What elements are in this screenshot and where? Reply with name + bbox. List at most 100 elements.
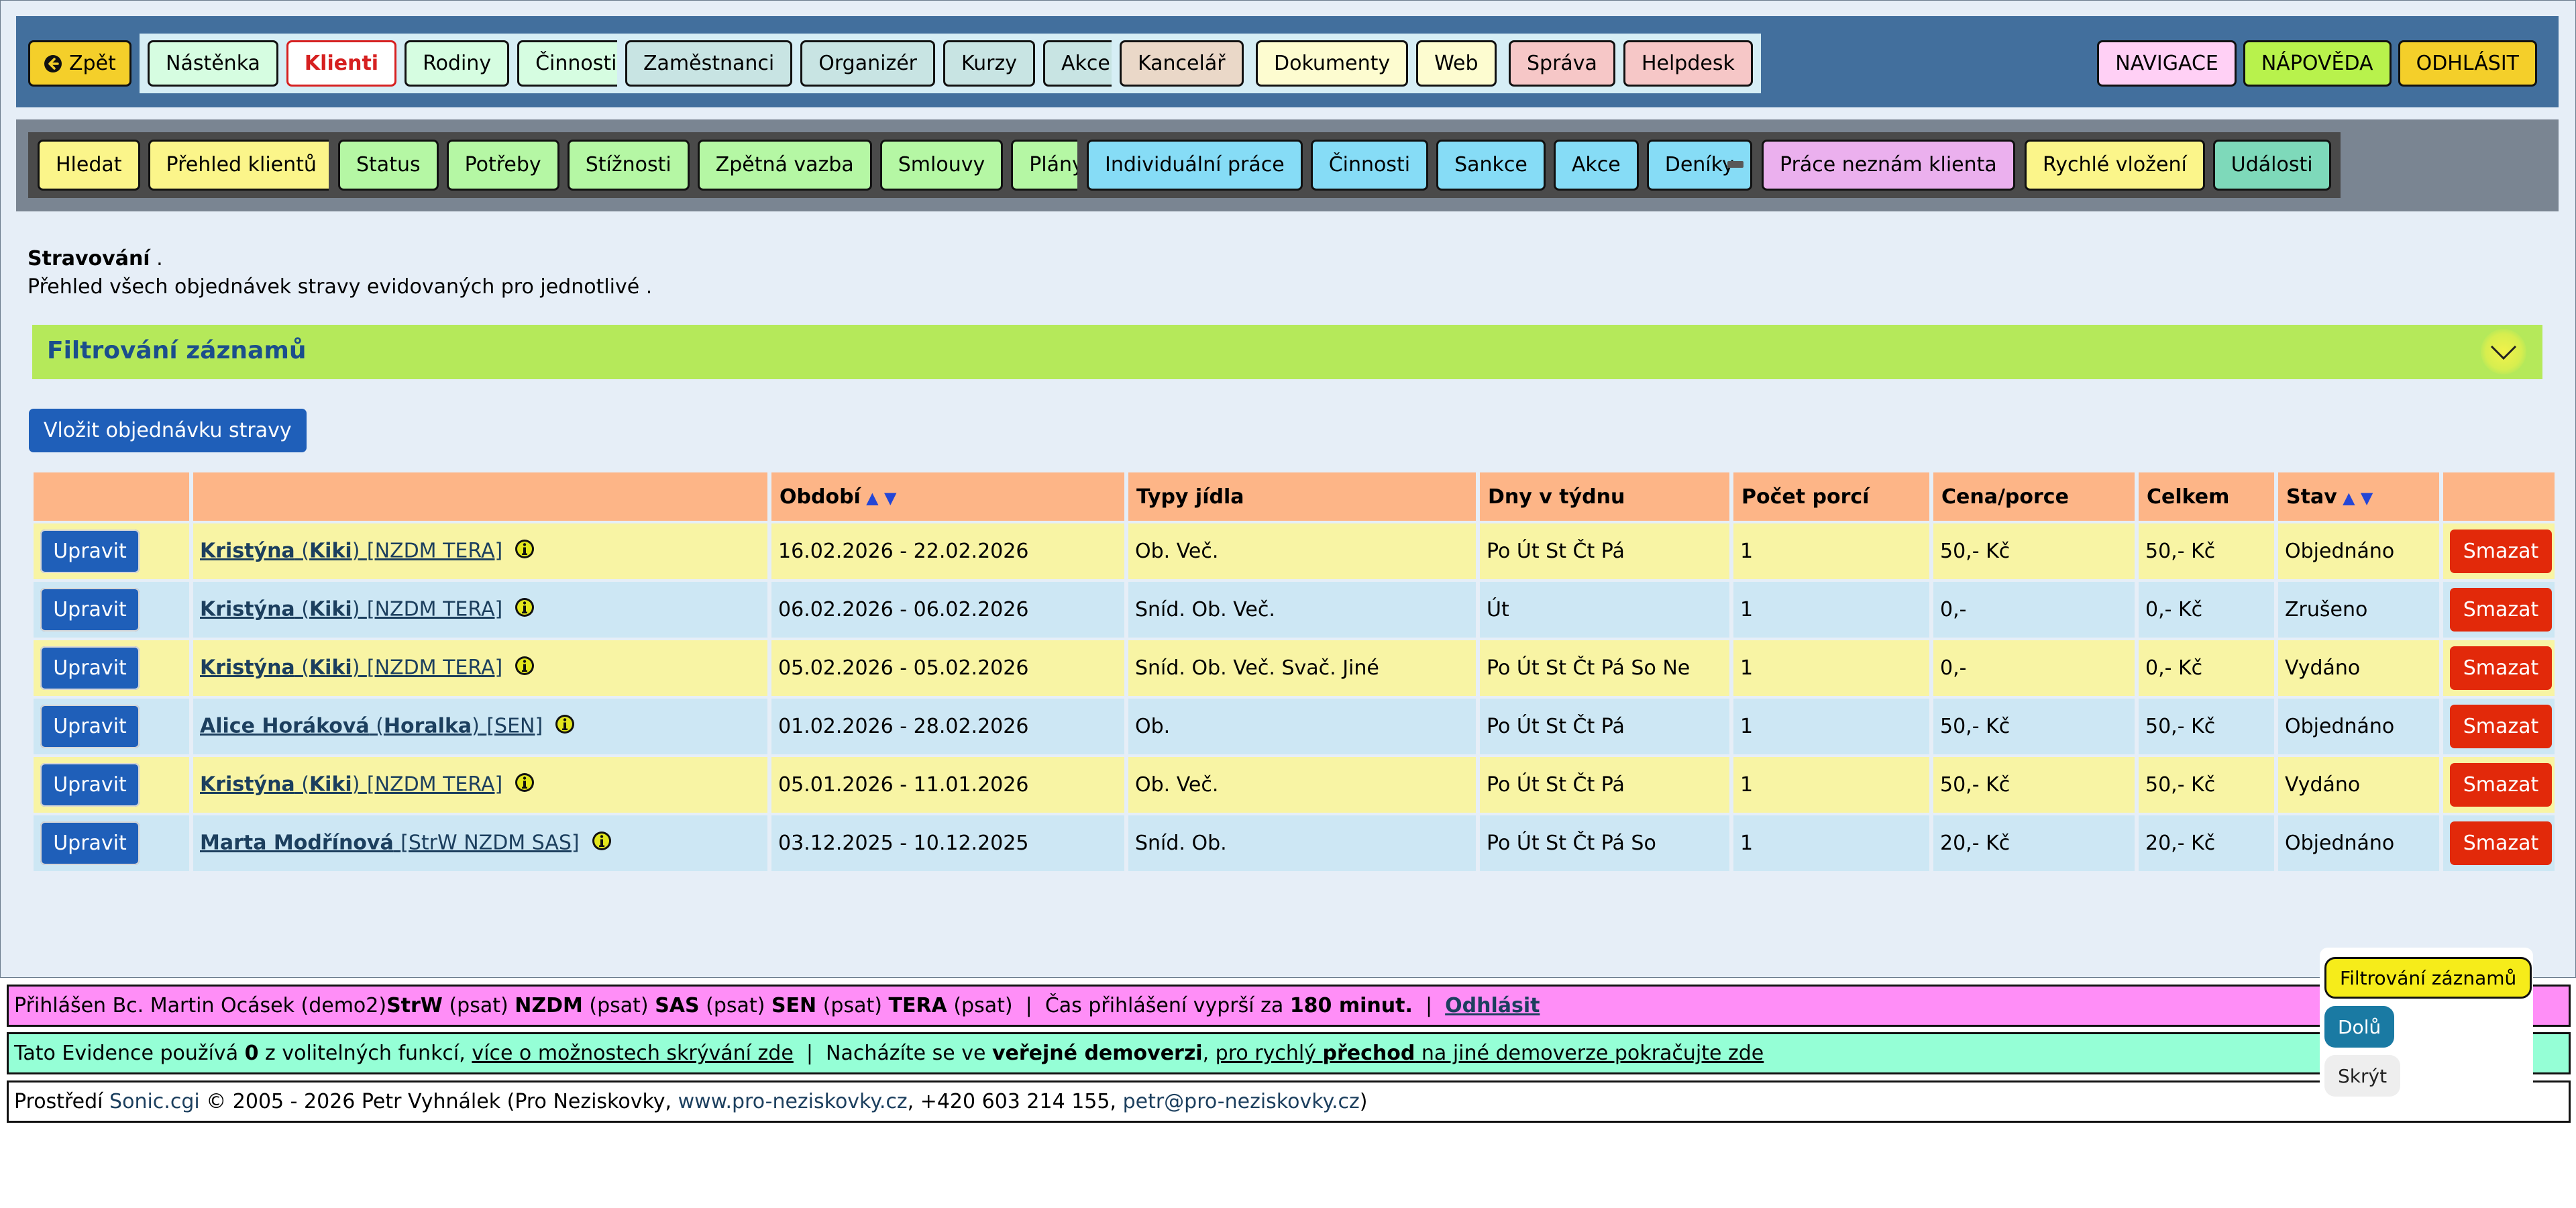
website-link[interactable]: www.pro-neziskovky.cz	[678, 1090, 908, 1113]
edit-cell: Upravit	[34, 757, 189, 813]
logout-link[interactable]: Odhlásit	[1445, 994, 1540, 1017]
subnav-zpetna-vazba-button[interactable]: Zpětná vazba	[697, 140, 872, 191]
role-code: TERA	[888, 994, 947, 1017]
table-row: Upravit Marta Modřínová [StrW NZDM SAS] 03…	[34, 815, 2555, 871]
nav-web-button[interactable]: Web	[1416, 40, 1497, 87]
delete-button[interactable]: Smazat	[2450, 705, 2552, 748]
edit-button[interactable]: Upravit	[40, 646, 140, 690]
subnav-sankce-button[interactable]: Sankce	[1436, 140, 1546, 191]
column-header-obdobi[interactable]: Období ▲ ▼	[771, 472, 1124, 521]
user-roles: StrW (psat) NZDM (psat) SAS (psat) SEN (…	[386, 994, 1013, 1017]
delete-button[interactable]: Smazat	[2450, 646, 2552, 690]
column-header-pocet-porci: Počet porcí	[1733, 472, 1929, 521]
add-meal-order-button[interactable]: Vložit objednávku stravy	[29, 409, 307, 452]
subnav-akce-button[interactable]: Akce	[1553, 140, 1639, 191]
status-cell: Vydáno	[2278, 757, 2439, 813]
nav-napoveda-button[interactable]: NÁPOVĚDA	[2243, 40, 2392, 87]
demo-switch-link[interactable]: pro rychlý přechod na jiné demoverze pok…	[1216, 1042, 1764, 1065]
client-name-link[interactable]: Kristýna (Kiki) [NZDM TERA]	[200, 772, 502, 796]
nav-organizer-button[interactable]: Organizér	[800, 40, 935, 87]
filter-panel-toggle[interactable]: Filtrování záznamů	[32, 325, 2542, 379]
env-prefix: Prostředí	[14, 1090, 103, 1113]
nav-helpdesk-button[interactable]: Helpdesk	[1623, 40, 1753, 87]
client-name-link[interactable]: Alice Horáková (Horalka) [SEN]	[200, 714, 543, 738]
info-icon[interactable]	[555, 714, 575, 740]
email-link[interactable]: petr@pro-neziskovky.cz	[1123, 1090, 1360, 1113]
total-cell: 50,- Kč	[2139, 757, 2274, 813]
edit-button[interactable]: Upravit	[40, 763, 140, 807]
portions-cell: 1	[1733, 699, 1929, 754]
subnav-prace-neznam-klienta-button[interactable]: Práce neznám klienta	[1762, 140, 2015, 191]
nav-kancelar-button[interactable]: Kancelář	[1120, 40, 1244, 87]
demo-prefix: Nacházíte se ve	[826, 1042, 986, 1065]
subnav-prehled-klientu-button[interactable]: Přehled klientů	[148, 140, 335, 191]
nav-odhlasit-button[interactable]: ODHLÁSIT	[2398, 40, 2537, 87]
sort-desc-icon[interactable]: ▼	[2355, 489, 2373, 507]
info-icon[interactable]	[592, 831, 612, 856]
nav-right-actions: NAVIGACE NÁPOVĚDA ODHLÁSIT	[2097, 40, 2537, 87]
nav-navigace-button[interactable]: NAVIGACE	[2097, 40, 2237, 87]
environment-info-bar: Prostředí Sonic.cgi © 2005 - 2026 Petr V…	[7, 1080, 2571, 1123]
info-icon[interactable]	[515, 656, 535, 681]
hide-panel-button[interactable]: Skrýt	[2324, 1055, 2401, 1097]
back-button[interactable]: Zpět	[28, 40, 131, 87]
weekdays-cell: Po Út St Čt Pá	[1480, 757, 1729, 813]
scroll-down-button[interactable]: Dolů	[2324, 1006, 2395, 1048]
subnav-rychle-vlozeni-button[interactable]: Rychlé vložení	[2025, 140, 2205, 191]
nav-rodiny-button[interactable]: Rodiny	[405, 40, 510, 87]
chevron-down-icon[interactable]	[2481, 329, 2526, 374]
hiding-options-link[interactable]: více o možnostech skrývání zde	[472, 1042, 793, 1065]
sort-asc-icon[interactable]: ▲	[861, 489, 878, 507]
portions-cell: 1	[1733, 815, 1929, 871]
total-cell: 50,- Kč	[2139, 699, 2274, 754]
nav-nastenka-button[interactable]: Nástěnka	[148, 40, 278, 87]
table-row: Upravit Kristýna (Kiki) [NZDM TERA] 05.01.…	[34, 757, 2555, 813]
delete-button[interactable]: Smazat	[2450, 763, 2552, 807]
info-icon[interactable]	[515, 772, 535, 798]
delete-button[interactable]: Smazat	[2450, 588, 2552, 632]
delete-button[interactable]: Smazat	[2450, 821, 2552, 865]
paren: (	[294, 539, 309, 562]
subnav-stiznosti-button[interactable]: Stížnosti	[567, 140, 690, 191]
edit-button[interactable]: Upravit	[40, 821, 140, 865]
client-name-link[interactable]: Marta Modřínová [StrW NZDM SAS]	[200, 831, 580, 854]
sort-desc-icon[interactable]: ▼	[879, 489, 896, 507]
meal-types-cell: Sníd. Ob.	[1128, 815, 1476, 871]
nav-sprava-button[interactable]: Správa	[1509, 40, 1615, 87]
period-cell: 06.02.2026 - 06.02.2026	[771, 582, 1124, 638]
sort-asc-icon[interactable]: ▲	[2337, 489, 2355, 507]
floating-filter-button[interactable]: Filtrování záznamů	[2324, 957, 2532, 999]
nav-zamestnanci-button[interactable]: Zaměstnanci	[625, 40, 793, 87]
nav-klienti-button[interactable]: Klienti	[286, 40, 397, 87]
subnav-status-button[interactable]: Status	[338, 140, 439, 191]
price-per-portion-cell: 50,- Kč	[1933, 523, 2135, 579]
subnav-udalosti-button[interactable]: Události	[2212, 140, 2331, 191]
edit-button[interactable]: Upravit	[40, 588, 140, 632]
client-name-link[interactable]: Kristýna (Kiki) [NZDM TERA]	[200, 597, 502, 621]
role-permission: (psat)	[449, 994, 508, 1017]
nav-dokumenty-button[interactable]: Dokumenty	[1256, 40, 1409, 87]
info-icon[interactable]	[515, 539, 535, 564]
role-code: SAS	[655, 994, 700, 1017]
evidence-info-bar: Tato Evidence používá 0 z volitelných fu…	[7, 1032, 2571, 1074]
client-name-link[interactable]: Kristýna (Kiki) [NZDM TERA]	[200, 539, 502, 562]
price-per-portion-cell: 0,-	[1933, 640, 2135, 696]
subnav-potreby-button[interactable]: Potřeby	[446, 140, 559, 191]
edit-button[interactable]: Upravit	[40, 530, 140, 573]
edit-button[interactable]: Upravit	[40, 705, 140, 748]
client-program-tags: [NZDM TERA]	[366, 772, 503, 796]
column-header-stav[interactable]: Stav ▲ ▼	[2278, 472, 2439, 521]
client-name-link[interactable]: Kristýna (Kiki) [NZDM TERA]	[200, 656, 502, 679]
info-icon[interactable]	[515, 597, 535, 623]
subnav-individualni-prace-button[interactable]: Individuální práce	[1087, 140, 1303, 191]
subnav-smlouvy-button[interactable]: Smlouvy	[879, 140, 1004, 191]
subnav-cinnosti-button[interactable]: Činnosti	[1310, 140, 1429, 191]
portions-cell: 1	[1733, 523, 1929, 579]
client-name: Kristýna	[200, 539, 295, 562]
delete-button[interactable]: Smazat	[2450, 530, 2552, 573]
total-cell: 50,- Kč	[2139, 523, 2274, 579]
sonic-link[interactable]: Sonic.cgi	[109, 1090, 200, 1113]
nav-kurzy-button[interactable]: Kurzy	[943, 40, 1036, 87]
subnav-hledat-button[interactable]: Hledat	[38, 140, 140, 191]
